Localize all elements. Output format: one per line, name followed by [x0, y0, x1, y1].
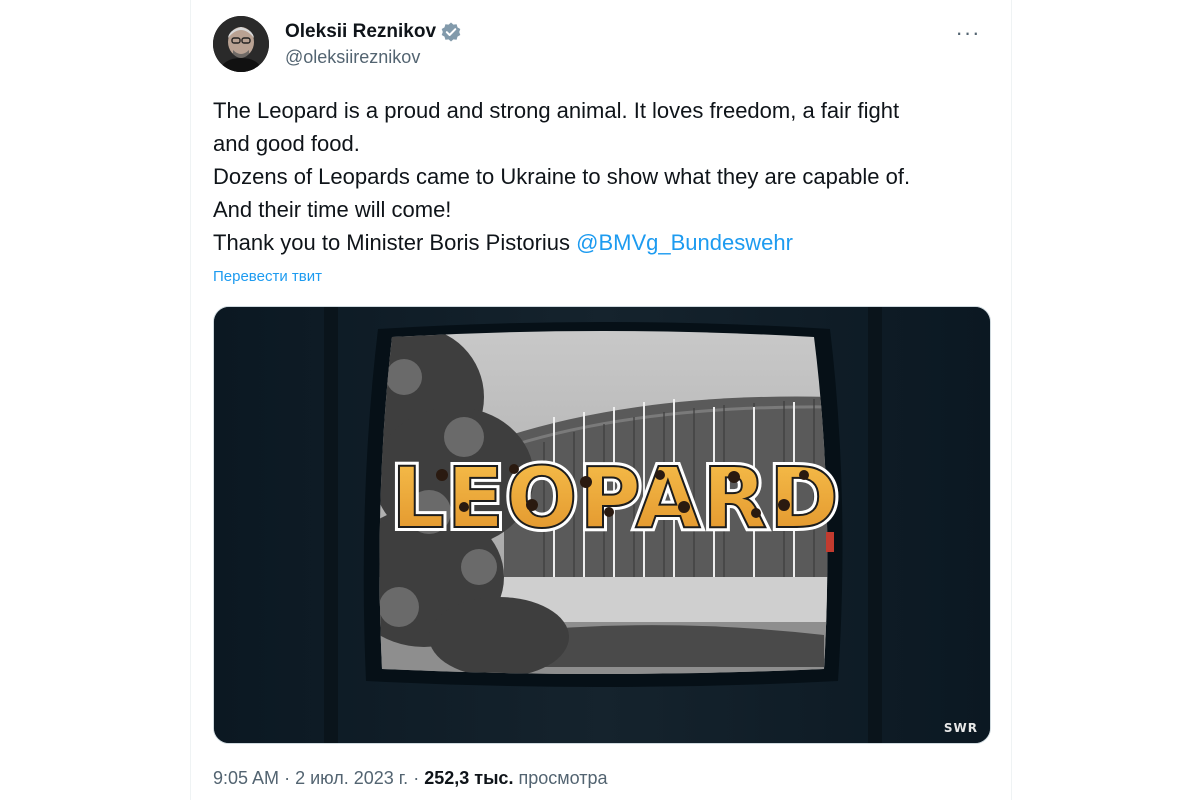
tweet-meta: 9:05 AM · 2 июл. 2023 г. · 252,3 тыс. пр… [213, 768, 608, 789]
meta-separator: · [284, 768, 291, 788]
page: Oleksii Reznikov @oleksiireznikov ··· Th… [0, 0, 1200, 800]
translate-tweet-link[interactable]: Перевести твит [213, 268, 322, 285]
mention-link[interactable]: @BMVg_Bundeswehr [576, 230, 793, 255]
display-name[interactable]: Oleksii Reznikov [285, 21, 436, 43]
name-row: Oleksii Reznikov [285, 20, 462, 44]
tweet-line: And their time will come! [213, 197, 452, 222]
tweet-text: The Leopard is a proud and strong animal… [213, 94, 993, 259]
avatar-photo [213, 16, 269, 72]
svg-text:LEOPARD: LEOPARD [391, 449, 841, 547]
tweet-media[interactable]: LEOPARD LEOPARD SWR [213, 306, 991, 744]
tweet-line: The Leopard is a proud and strong animal… [213, 98, 900, 123]
meta-separator: · [413, 768, 420, 788]
author-handle[interactable]: @oleksiireznikov [285, 47, 462, 68]
more-options-icon: ··· [955, 20, 981, 45]
tweet-line: Dozens of Leopards came to Ukraine to sh… [213, 164, 911, 189]
tweet-time[interactable]: 9:05 AM [213, 768, 279, 788]
media-watermark: SWR [943, 721, 978, 735]
tweet-line: and good food. [213, 131, 360, 156]
avatar[interactable] [213, 16, 269, 72]
tweet-line-last: Thank you to Minister Boris Pistorius @B… [213, 226, 993, 259]
views-count: 252,3 тыс. [424, 768, 514, 788]
views-label: просмотра [518, 768, 608, 788]
verified-badge-icon [440, 21, 462, 43]
tweet-line-prefix: Thank you to Minister Boris Pistorius [213, 230, 577, 255]
tweet-date[interactable]: 2 июл. 2023 г. [295, 768, 408, 788]
tweet-header: Oleksii Reznikov @oleksiireznikov ··· [213, 16, 991, 76]
more-options-button[interactable]: ··· [951, 18, 985, 48]
author-block: Oleksii Reznikov @oleksiireznikov [285, 20, 462, 68]
tweet-card: Oleksii Reznikov @oleksiireznikov ··· Th… [190, 0, 1012, 800]
leopard-logo-art: LEOPARD LEOPARD [387, 445, 843, 551]
media-image: LEOPARD LEOPARD [214, 307, 990, 743]
